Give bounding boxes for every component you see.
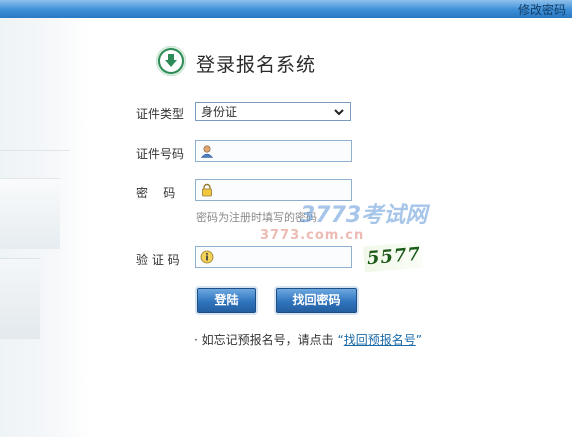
decoration-line xyxy=(0,150,70,151)
forgot-text: 如忘记预报名号，请点击 xyxy=(201,333,334,347)
chevron-down-icon xyxy=(333,105,345,124)
background-decoration xyxy=(0,18,90,437)
quote-close: ” xyxy=(415,333,422,347)
password-hint: 密码为注册时填写的密码 xyxy=(196,211,317,224)
id-number-label: 证件号码 xyxy=(136,147,185,161)
captcha-label: 验 证 码 xyxy=(136,253,180,267)
decoration-shape xyxy=(0,178,60,249)
recover-registration-link[interactable]: 找回预报名号 xyxy=(344,333,416,347)
watermark-url: 3773.com.cn xyxy=(260,228,365,243)
id-number-input[interactable] xyxy=(218,142,350,162)
password-label: 密 码 xyxy=(136,186,176,200)
bullet: · xyxy=(194,333,198,347)
watermark-logo: 3773考试网 xyxy=(300,203,428,228)
recover-password-button[interactable]: 找回密码 xyxy=(276,288,357,313)
forgot-registration-note: · 如忘记预报名号，请点击 “找回预报名号” xyxy=(194,331,422,348)
id-number-field xyxy=(195,140,352,162)
id-type-label: 证件类型 xyxy=(136,107,185,121)
id-type-select[interactable]: 身份证 xyxy=(195,102,351,121)
arrow-down-icon xyxy=(156,46,186,76)
decoration-shape xyxy=(0,258,40,339)
captcha-image[interactable]: 5577 xyxy=(362,241,424,273)
login-button[interactable]: 登陆 xyxy=(197,288,256,313)
top-bar: 修改密码 xyxy=(0,0,572,18)
captcha-input[interactable] xyxy=(218,248,350,268)
lock-icon xyxy=(200,183,214,197)
info-icon xyxy=(200,250,214,264)
change-password-link[interactable]: 修改密码 xyxy=(518,1,566,18)
page-title: 登录报名系统 xyxy=(196,54,317,76)
user-icon xyxy=(200,144,214,158)
captcha-field xyxy=(195,246,352,268)
id-type-value: 身份证 xyxy=(201,105,238,119)
